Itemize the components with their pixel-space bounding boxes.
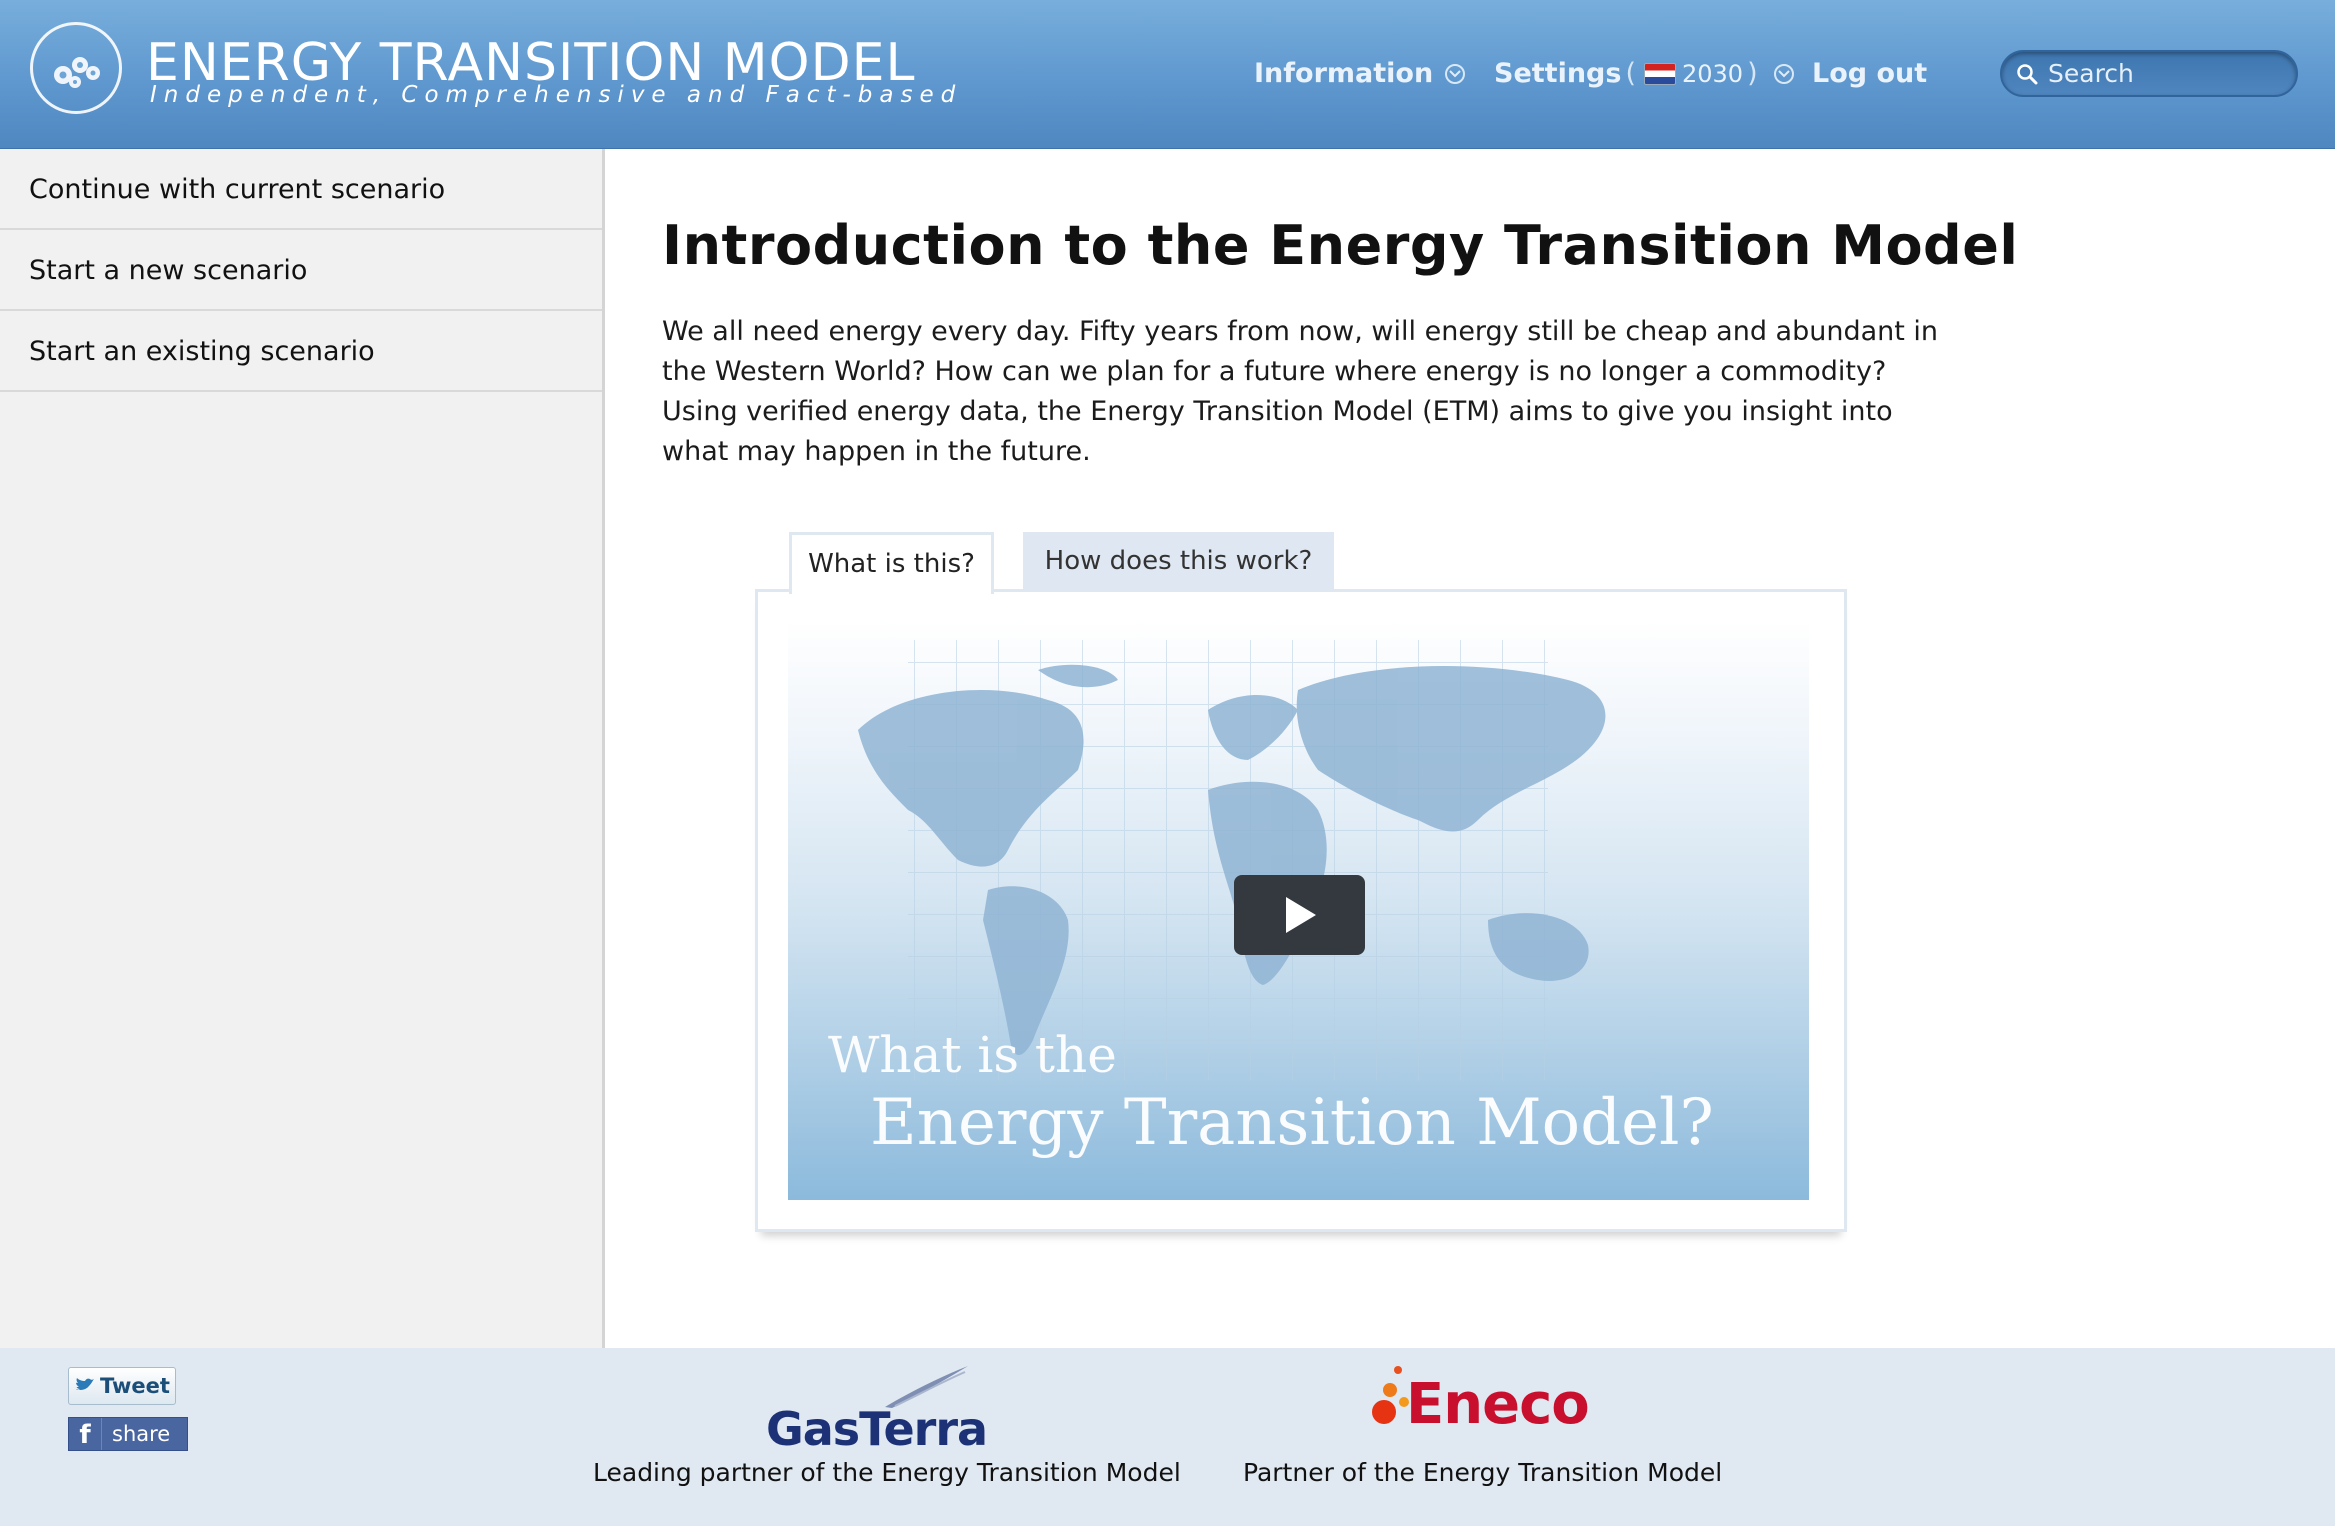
paren-close: ) bbox=[1747, 58, 1758, 89]
search-icon bbox=[2017, 63, 2038, 84]
video-title-line1: What is the bbox=[828, 1026, 1117, 1084]
facebook-share-button[interactable]: f share bbox=[68, 1417, 188, 1451]
brand-subtitle: Independent, Comprehensive and Fact-base… bbox=[150, 82, 963, 108]
video-panel: What is the Energy Transition Model? bbox=[755, 589, 1847, 1232]
play-button[interactable] bbox=[1234, 875, 1365, 955]
gears-logo-icon[interactable] bbox=[30, 22, 122, 114]
gasterra-logo[interactable]: GasTerra bbox=[766, 1402, 988, 1456]
tab-what-is-this[interactable]: What is this? bbox=[789, 532, 994, 594]
chevron-down-icon bbox=[1445, 63, 1466, 84]
search-input[interactable] bbox=[2046, 58, 2290, 89]
header: ENERGY TRANSITION MODEL Independent, Com… bbox=[0, 0, 2335, 149]
netherlands-flag-icon bbox=[1644, 62, 1676, 85]
logout-link[interactable]: Log out bbox=[1812, 58, 1927, 89]
nav-settings-label: Settings bbox=[1494, 58, 1622, 89]
paren-open: ( bbox=[1625, 58, 1636, 89]
sidebar: Continue with current scenario Start a n… bbox=[0, 149, 605, 1348]
tab-how-does-this-work[interactable]: How does this work? bbox=[1023, 532, 1334, 590]
chevron-down-icon bbox=[1773, 63, 1794, 84]
logout-label: Log out bbox=[1812, 58, 1928, 89]
tweet-button[interactable]: Tweet bbox=[68, 1367, 176, 1405]
facebook-icon: f bbox=[69, 1418, 102, 1450]
twitter-bird-icon bbox=[76, 1378, 95, 1390]
video-title-line2: Energy Transition Model? bbox=[870, 1086, 1714, 1160]
tweet-label: Tweet bbox=[100, 1374, 170, 1398]
sidebar-item-new-scenario[interactable]: Start a new scenario bbox=[0, 230, 602, 311]
nav-information-label: Information bbox=[1254, 58, 1434, 89]
intro-paragraph: We all need energy every day. Fifty year… bbox=[662, 316, 1939, 467]
eneco-logo[interactable]: Eneco bbox=[1406, 1372, 1590, 1437]
main-content: Introduction to the Energy Transition Mo… bbox=[605, 149, 2335, 1348]
eneco-caption: Partner of the Energy Transition Model bbox=[1243, 1458, 1723, 1487]
nav-information[interactable]: Information bbox=[1254, 58, 1466, 89]
nav-settings[interactable]: Settings ( 2030 ) bbox=[1494, 58, 1794, 89]
page-title: Introduction to the Energy Transition Mo… bbox=[662, 214, 2019, 277]
play-icon bbox=[1286, 897, 1316, 933]
gasterra-caption: Leading partner of the Energy Transition… bbox=[593, 1458, 1181, 1487]
sidebar-item-continue-scenario[interactable]: Continue with current scenario bbox=[0, 149, 602, 230]
footer: Tweet f share GasTerra Leading partner o… bbox=[0, 1348, 2335, 1526]
scenario-year: 2030 bbox=[1682, 59, 1744, 88]
search-box[interactable] bbox=[2000, 50, 2298, 97]
video-player[interactable]: What is the Energy Transition Model? bbox=[788, 620, 1809, 1200]
sidebar-item-existing-scenario[interactable]: Start an existing scenario bbox=[0, 311, 602, 392]
share-label: share bbox=[112, 1422, 171, 1446]
